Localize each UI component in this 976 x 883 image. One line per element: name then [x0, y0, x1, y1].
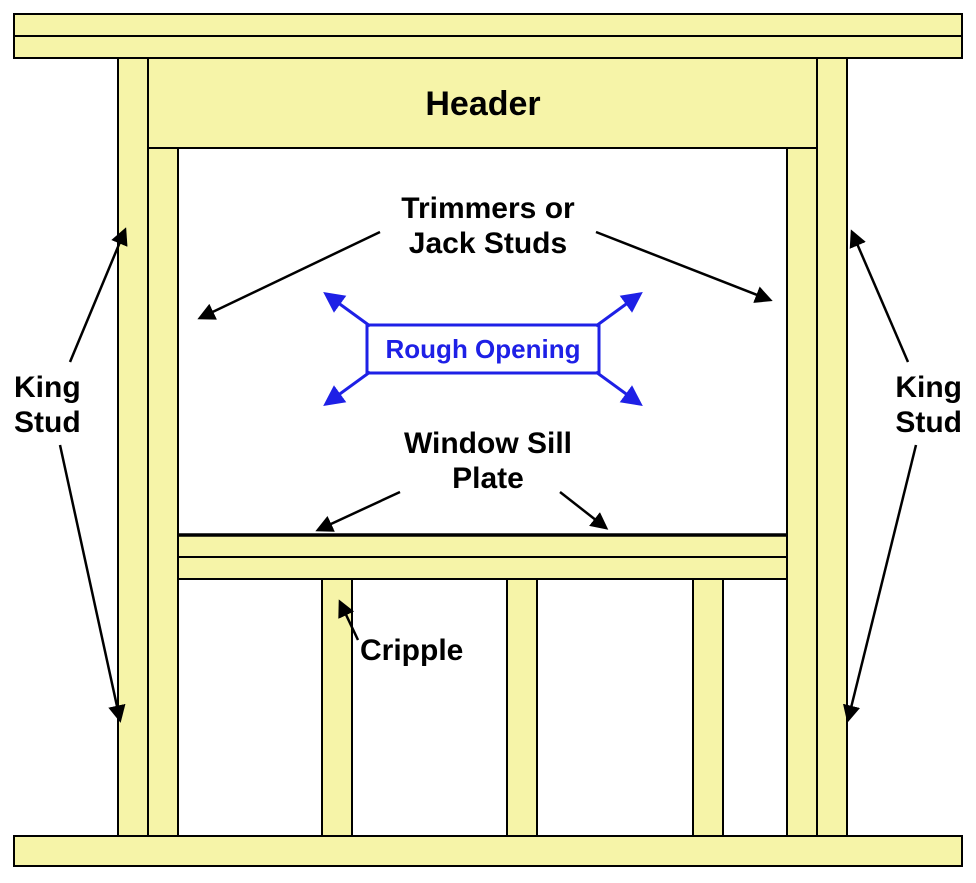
header-label: Header [425, 85, 540, 123]
top-plate-lower [14, 36, 962, 58]
sill-label-line2: Plate [452, 462, 524, 495]
sill-label-line1: Window Sill [404, 427, 572, 460]
arrow-trimmers-right [596, 232, 770, 300]
arrow-king-left-up [70, 230, 125, 362]
cripple-stud-3 [693, 579, 723, 836]
bottom-plate [14, 836, 962, 866]
arrow-sill-right [560, 492, 606, 528]
top-plate-upper [14, 14, 962, 36]
arrow-rough-tl [326, 294, 370, 326]
arrow-rough-bl [326, 372, 370, 404]
arrow-rough-br [596, 372, 640, 404]
arrow-rough-tr [596, 294, 640, 326]
jack-stud-left [148, 148, 178, 836]
cripple-stud-2 [507, 579, 537, 836]
king-stud-right-label-line1: King [895, 371, 962, 404]
king-stud-right [817, 58, 847, 836]
king-stud-right-label-line2: Stud [895, 406, 962, 439]
king-stud-left [118, 58, 148, 836]
arrow-trimmers-left [200, 232, 380, 318]
arrow-sill-left [318, 492, 400, 530]
trimmers-label-line2: Jack Studs [409, 227, 567, 260]
jack-stud-right [787, 148, 817, 836]
arrow-king-right-up [852, 232, 908, 362]
arrow-king-left-down [60, 445, 120, 720]
king-stud-left-label-line2: Stud [14, 406, 81, 439]
king-stud-left-label-line1: King [14, 371, 81, 404]
cripple-label: Cripple [360, 634, 463, 667]
sill-plate-lower [178, 557, 787, 579]
arrow-king-right-down [848, 445, 916, 720]
rough-opening-label: Rough Opening [386, 334, 581, 364]
trimmers-label-line1: Trimmers or [401, 192, 575, 225]
sill-plate-upper [178, 535, 787, 557]
